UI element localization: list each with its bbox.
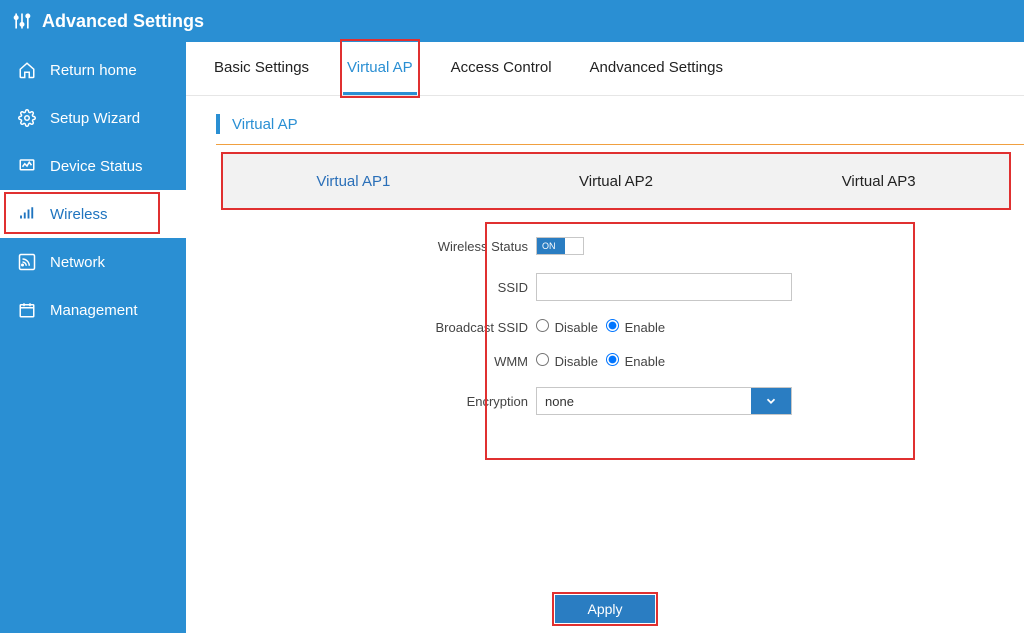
encryption-dropdown[interactable]: none: [536, 387, 792, 415]
chevron-down-icon: [751, 388, 791, 414]
broadcast-disable-option[interactable]: Disable: [536, 319, 598, 335]
section-title: Virtual AP: [216, 114, 1024, 145]
sub-tab-label: Virtual AP2: [579, 173, 653, 190]
label-wmm: WMM: [226, 354, 536, 369]
sidebar-item-return-home[interactable]: Return home: [0, 46, 186, 94]
radio-label: Enable: [625, 354, 665, 369]
radio-label: Enable: [625, 320, 665, 335]
sidebar-item-label: Wireless: [50, 206, 108, 223]
page-title: Advanced Settings: [42, 11, 204, 32]
tab-access-control[interactable]: Access Control: [447, 42, 556, 95]
apply-button[interactable]: Apply: [555, 595, 655, 623]
home-icon: [16, 61, 38, 79]
broadcast-disable-radio[interactable]: [536, 319, 549, 332]
sidebar-item-label: Return home: [50, 62, 137, 79]
tab-label: Andvanced Settings: [590, 59, 723, 76]
tab-virtual-ap[interactable]: Virtual AP: [343, 42, 417, 95]
ssid-input[interactable]: [536, 273, 792, 301]
section-title-text: Virtual AP: [232, 116, 298, 133]
row-encryption: Encryption none: [226, 387, 984, 415]
wmm-enable-radio[interactable]: [606, 353, 619, 366]
sub-tab-virtual-ap2[interactable]: Virtual AP2: [485, 165, 748, 198]
form-area: Wireless Status ON SSID Broadc: [226, 223, 984, 459]
sidebar-item-wireless[interactable]: Wireless: [0, 190, 186, 238]
label-wireless-status: Wireless Status: [226, 239, 536, 254]
tab-advanced-settings[interactable]: Andvanced Settings: [586, 42, 727, 95]
tab-label: Basic Settings: [214, 59, 309, 76]
wmm-disable-option[interactable]: Disable: [536, 353, 598, 369]
sidebar-item-network[interactable]: Network: [0, 238, 186, 286]
toggle-knob: [565, 238, 583, 254]
sidebar-item-management[interactable]: Management: [0, 286, 186, 334]
signal-icon: [16, 205, 38, 223]
row-wireless-status: Wireless Status ON: [226, 237, 984, 255]
tab-label: Virtual AP: [347, 59, 413, 76]
toggle-text: ON: [542, 241, 556, 251]
sub-tab-virtual-ap3[interactable]: Virtual AP3: [747, 165, 1010, 198]
sidebar-item-label: Network: [50, 254, 105, 271]
label-encryption: Encryption: [226, 394, 536, 409]
tab-label: Access Control: [451, 59, 552, 76]
sliders-icon: [12, 11, 32, 31]
sub-tab-virtual-ap1[interactable]: Virtual AP1: [222, 165, 485, 198]
rss-icon: [16, 253, 38, 271]
broadcast-enable-radio[interactable]: [606, 319, 619, 332]
top-tabs: Basic Settings Virtual AP Access Control…: [186, 42, 1024, 96]
sidebar-item-label: Setup Wizard: [50, 110, 140, 127]
radio-label: Disable: [555, 320, 598, 335]
radio-label: Disable: [555, 354, 598, 369]
sub-tab-label: Virtual AP1: [316, 173, 390, 190]
sidebar-item-label: Device Status: [50, 158, 143, 175]
monitor-icon: [16, 157, 38, 175]
label-ssid: SSID: [226, 280, 536, 295]
row-broadcast-ssid: Broadcast SSID Disable Enable: [226, 319, 984, 335]
sidebar-item-setup-wizard[interactable]: Setup Wizard: [0, 94, 186, 142]
sidebar-item-label: Management: [50, 302, 138, 319]
dropdown-value: none: [537, 394, 751, 409]
label-broadcast-ssid: Broadcast SSID: [226, 320, 536, 335]
wmm-enable-option[interactable]: Enable: [606, 353, 665, 369]
content-area: Basic Settings Virtual AP Access Control…: [186, 42, 1024, 633]
gear-icon: [16, 109, 38, 127]
broadcast-enable-option[interactable]: Enable: [606, 319, 665, 335]
wireless-status-toggle[interactable]: ON: [536, 237, 584, 255]
wmm-disable-radio[interactable]: [536, 353, 549, 366]
row-wmm: WMM Disable Enable: [226, 353, 984, 369]
sidebar-item-device-status[interactable]: Device Status: [0, 142, 186, 190]
sidebar: Return home Setup Wizard Device Status W…: [0, 42, 186, 633]
calendar-icon: [16, 301, 38, 319]
sub-tabs: Virtual AP1 Virtual AP2 Virtual AP3: [222, 153, 1010, 209]
row-ssid: SSID: [226, 273, 984, 301]
apply-row: Apply: [186, 595, 1024, 623]
tab-basic-settings[interactable]: Basic Settings: [210, 42, 313, 95]
header-bar: Advanced Settings: [0, 0, 1024, 42]
section-bar: [216, 114, 220, 134]
sub-tab-label: Virtual AP3: [842, 173, 916, 190]
